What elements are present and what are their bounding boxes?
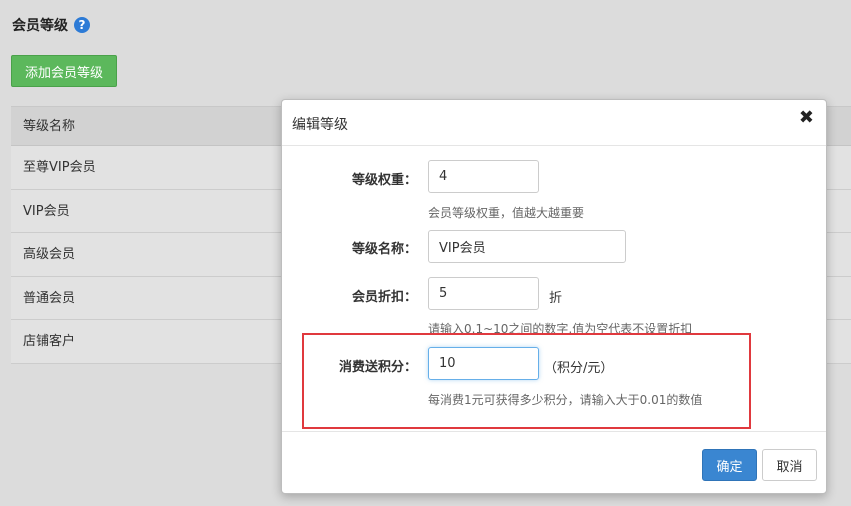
dialog-title: 编辑等级 — [292, 117, 348, 133]
discount-input[interactable] — [428, 277, 539, 310]
weight-label: 等级权重： — [352, 173, 418, 188]
points-input[interactable] — [428, 347, 539, 380]
level-name-input[interactable] — [428, 230, 626, 263]
cancel-button[interactable]: 取消 — [762, 449, 817, 481]
page-title: 会员等级 ? — [12, 15, 90, 35]
help-icon[interactable]: ? — [74, 17, 90, 33]
level-name-label: 等级名称： — [352, 242, 418, 257]
weight-input[interactable] — [428, 160, 539, 193]
weight-hint: 会员等级权重，值越大越重要 — [428, 206, 585, 220]
edit-level-dialog: 编辑等级 ✖ 等级权重： 会员等级权重，值越大越重要 等级名称： 会员折扣： 折… — [281, 99, 827, 494]
dialog-footer: 确定 取消 — [282, 431, 826, 494]
discount-label: 会员折扣： — [352, 290, 418, 305]
points-hint: 每消费1元可获得多少积分，请输入大于0.01的数值 — [428, 393, 703, 407]
points-suffix: （积分/元） — [544, 361, 614, 376]
add-member-level-button[interactable]: 添加会员等级 — [11, 55, 117, 87]
points-label: 消费送积分： — [339, 360, 418, 375]
page-title-text: 会员等级 — [12, 18, 68, 34]
discount-suffix: 折 — [549, 291, 563, 306]
confirm-button[interactable]: 确定 — [702, 449, 757, 481]
dialog-body: 等级权重： 会员等级权重，值越大越重要 等级名称： 会员折扣： 折 请输入0.1… — [282, 146, 826, 431]
close-icon[interactable]: ✖ — [799, 109, 814, 127]
dialog-header: 编辑等级 ✖ — [282, 100, 826, 146]
